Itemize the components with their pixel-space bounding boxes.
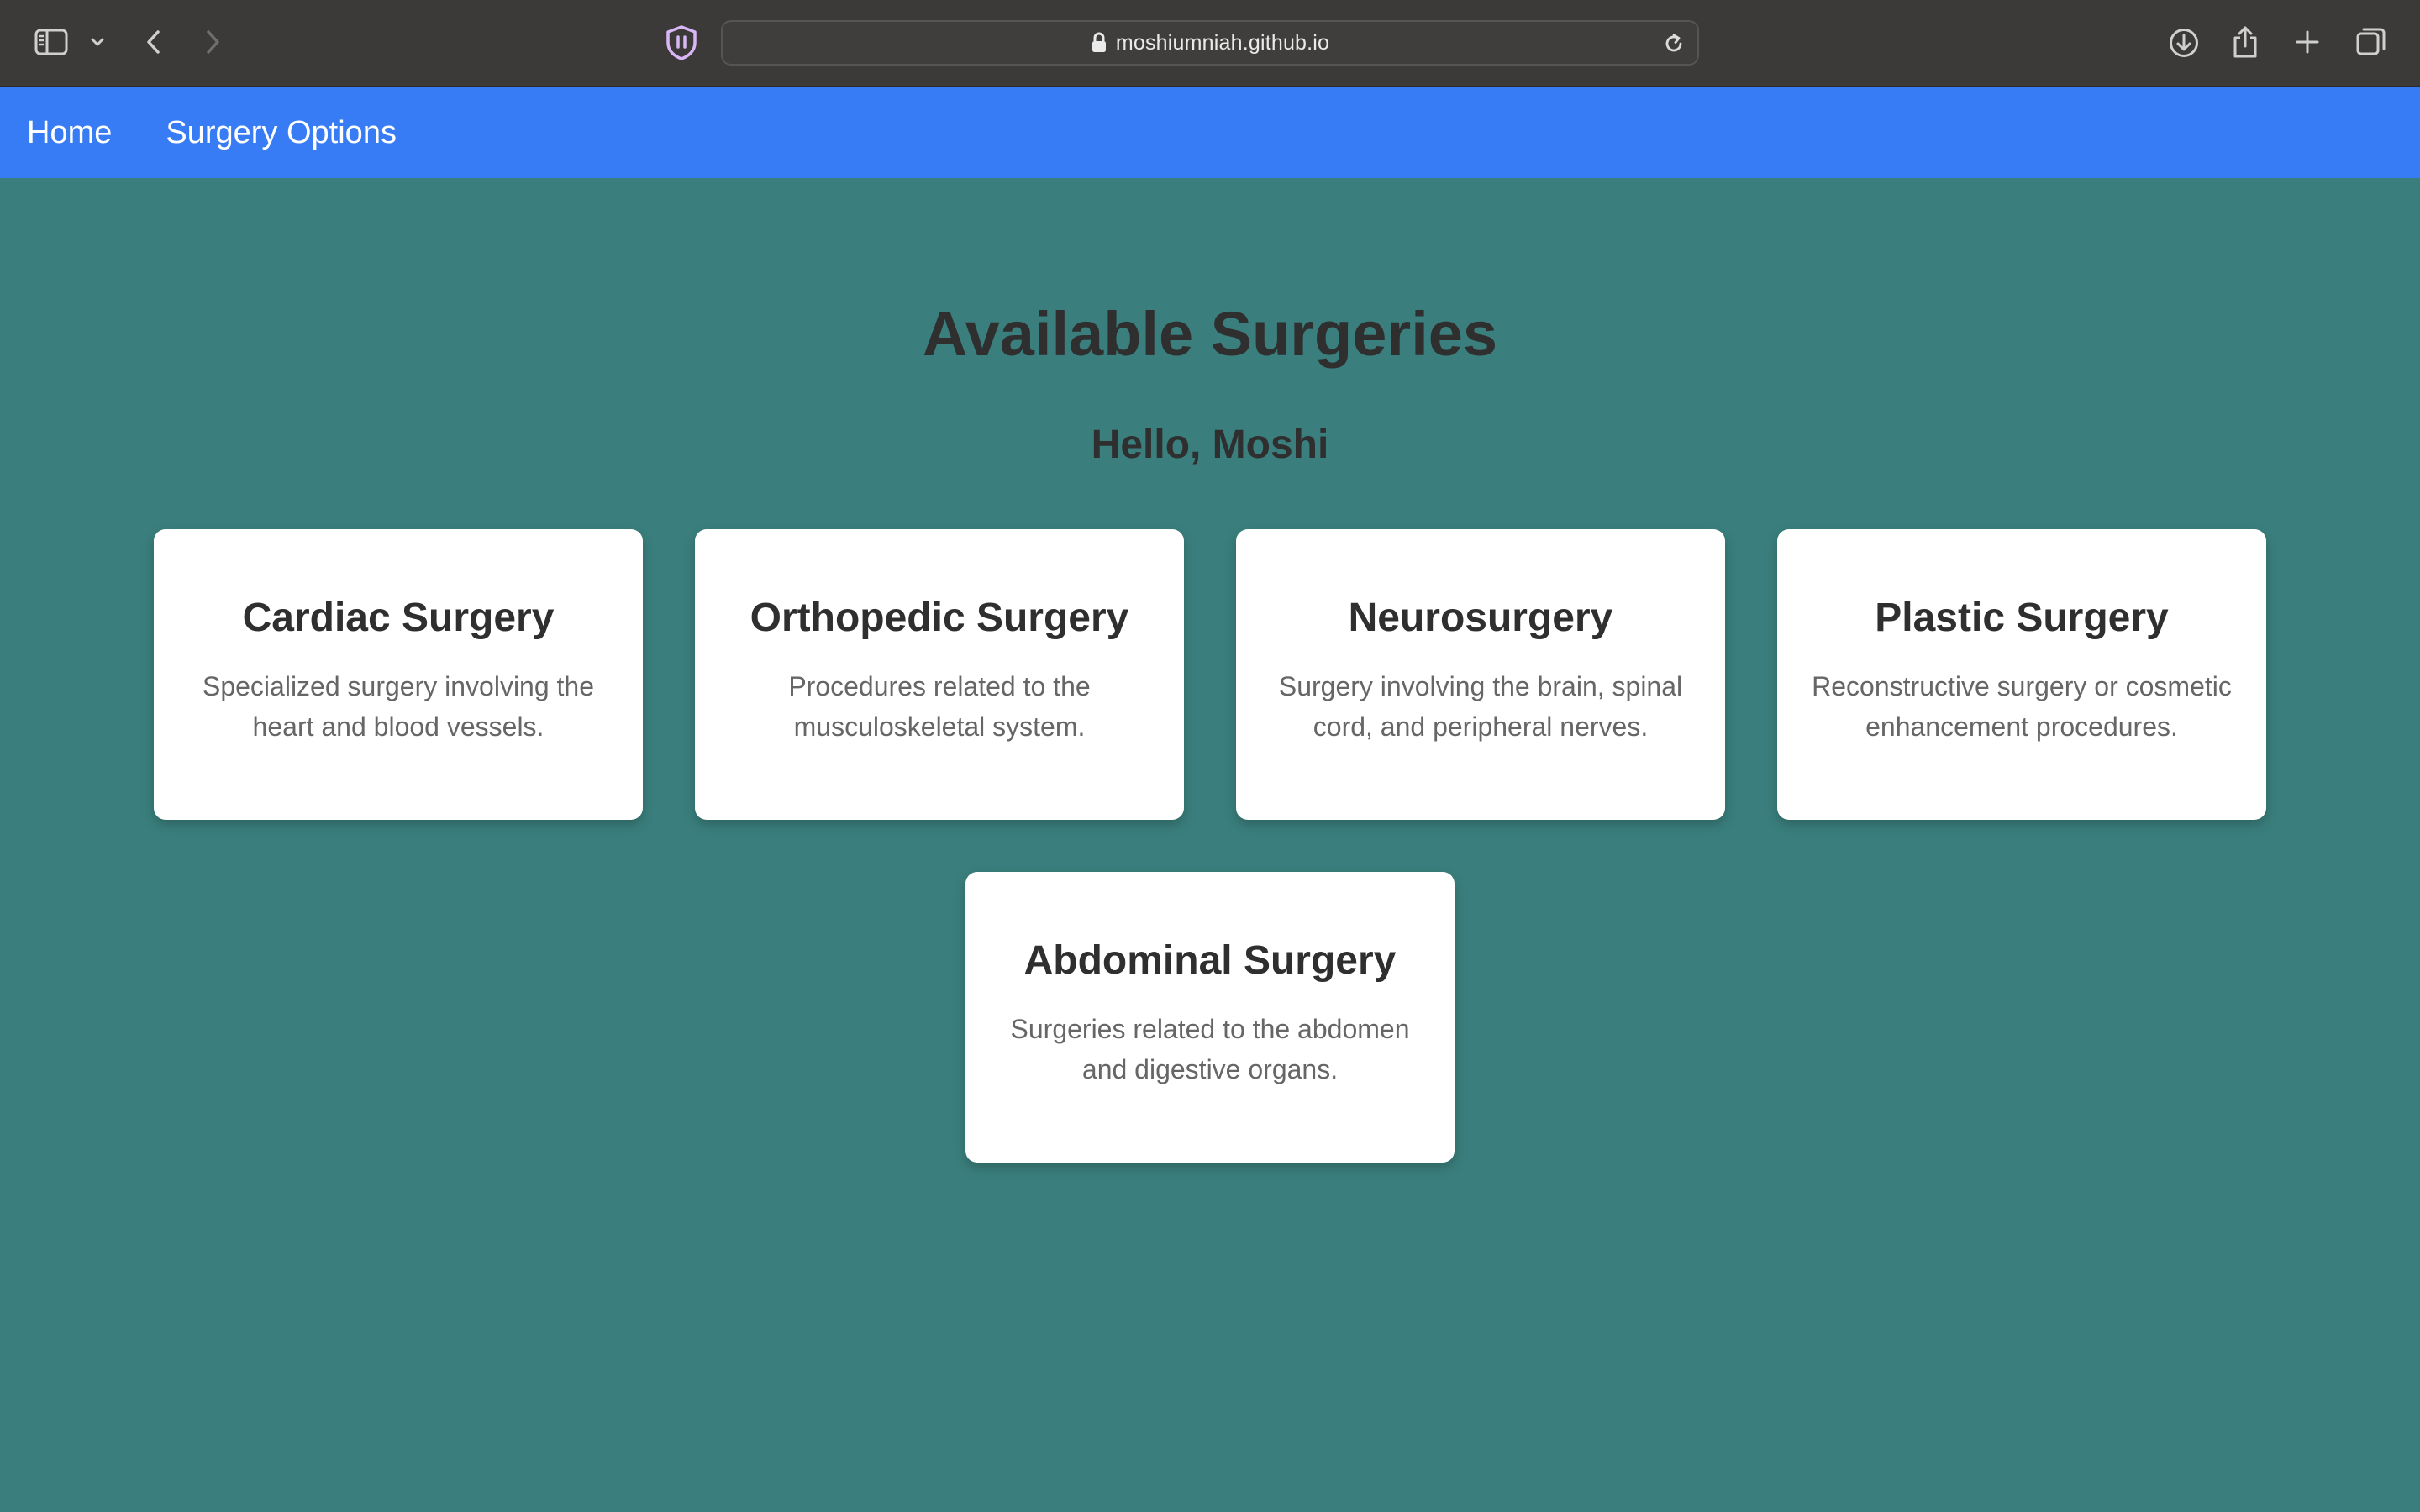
card-title: Neurosurgery <box>1348 596 1613 640</box>
card-description: Procedures related to the musculoskeleta… <box>788 671 1091 742</box>
privacy-shield-button[interactable] <box>662 24 701 62</box>
url-text: moshiumniah.github.io <box>1115 30 1330 55</box>
share-button[interactable] <box>2230 24 2260 60</box>
download-icon <box>2170 29 2198 57</box>
card-title: Abdominal Surgery <box>1023 938 1397 983</box>
chevron-down-icon <box>91 38 104 46</box>
chevron-left-icon <box>147 30 160 54</box>
surgery-card-orthopedic[interactable]: Orthopedic Surgery Procedures related to… <box>695 529 1184 820</box>
surgery-card-abdominal[interactable]: Abdominal Surgery Surgeries related to t… <box>965 872 1455 1163</box>
forward-button[interactable] <box>200 25 225 59</box>
nav-surgery-options-link[interactable]: Surgery Options <box>166 115 397 151</box>
card-title: Plastic Surgery <box>1875 596 2169 640</box>
sidebar-button[interactable] <box>32 25 71 59</box>
tab-overview-button[interactable] <box>2354 25 2388 59</box>
card-title: Orthopedic Surgery <box>750 596 1129 640</box>
surgery-card-neurosurgery[interactable]: Neurosurgery Surgery involving the brain… <box>1236 529 1725 820</box>
card-title: Cardiac Surgery <box>242 596 555 640</box>
browser-toolbar: moshiumniah.github.io <box>0 0 2420 87</box>
card-description: Reconstructive surgery or cosmetic enhan… <box>1812 671 2232 742</box>
surgery-card-grid: Cardiac Surgery Specialized surgery invo… <box>153 529 2267 1163</box>
greeting-text: Hello, Moshi <box>1091 423 1329 467</box>
back-button[interactable] <box>141 25 166 59</box>
card-description: Surgeries related to the abdomen and dig… <box>1010 1014 1410 1084</box>
address-bar-content: moshiumniah.github.io <box>1091 31 1329 55</box>
tab-overview-icon <box>2356 28 2386 55</box>
card-description: Specialized surgery involving the heart … <box>202 671 595 742</box>
surgery-card-cardiac[interactable]: Cardiac Surgery Specialized surgery invo… <box>154 529 643 820</box>
nav-home-link[interactable]: Home <box>27 115 112 151</box>
new-tab-button[interactable] <box>2292 27 2323 57</box>
plus-icon <box>2296 30 2319 54</box>
lock-icon <box>1092 32 1106 52</box>
reload-icon <box>1665 34 1682 52</box>
downloads-button[interactable] <box>2166 25 2202 60</box>
share-icon <box>2233 26 2257 58</box>
card-description: Surgery involving the brain, spinal cord… <box>1278 671 1683 742</box>
reload-button[interactable] <box>1660 30 1687 57</box>
chevron-right-icon <box>207 30 219 54</box>
page-title: Available Surgeries <box>922 299 1498 369</box>
sidebar-icon <box>34 29 68 55</box>
site-navbar: Home Surgery Options <box>0 87 2420 178</box>
address-bar[interactable]: moshiumniah.github.io <box>721 20 1699 66</box>
sidebar-dropdown-button[interactable] <box>87 32 108 52</box>
surgery-card-plastic[interactable]: Plastic Surgery Reconstructive surgery o… <box>1777 529 2266 820</box>
privacy-shield-icon <box>666 25 697 60</box>
